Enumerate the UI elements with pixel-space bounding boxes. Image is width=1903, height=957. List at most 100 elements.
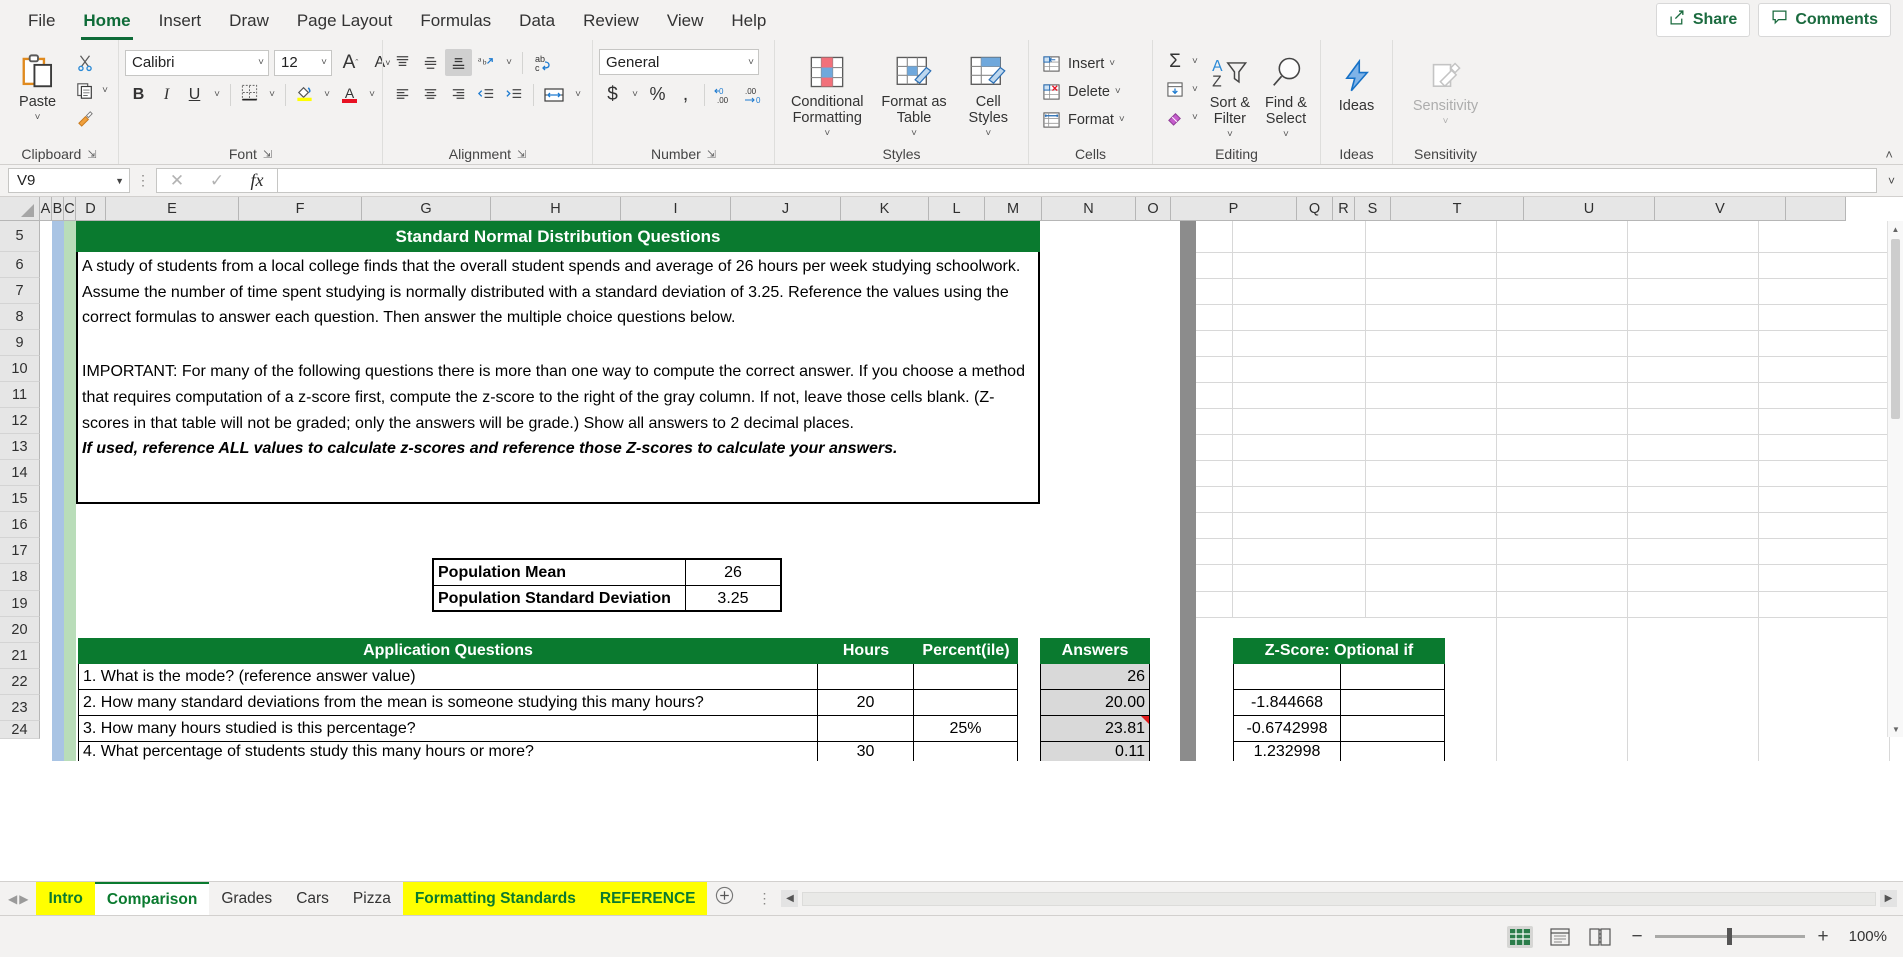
font-name-combo[interactable]: Calibri ˅ [125, 49, 269, 76]
chevron-down-icon[interactable]: ˅ [1115, 86, 1121, 97]
merge-center-dropdown[interactable]: ˅ [570, 81, 586, 108]
paste-button[interactable]: Paste ˅ [6, 47, 69, 123]
column-header-F[interactable]: F [239, 197, 362, 221]
row-header-22[interactable]: 22 [0, 669, 40, 695]
intro-text-block[interactable]: A study of students from a local college… [76, 252, 1040, 504]
expand-formula-bar-icon[interactable]: ˅ [1888, 174, 1895, 188]
ribbon-tab-insert[interactable]: Insert [145, 2, 216, 40]
question-3-answer[interactable]: 23.81 [1040, 716, 1150, 742]
question-2-text[interactable]: 2. How many standard deviations from the… [78, 690, 818, 716]
chevron-down-icon[interactable]: ˅ [1227, 129, 1233, 140]
name-box[interactable]: V9 ▼ [8, 168, 130, 193]
accounting-format-button[interactable]: $ [599, 81, 626, 108]
horizontal-scrollbar[interactable]: ◀ ▶ [781, 890, 1897, 907]
question-1-hours[interactable] [818, 664, 914, 690]
question-2-percentile[interactable] [914, 690, 1018, 716]
table-row[interactable]: Population Standard Deviation 3.25 [434, 586, 780, 610]
share-button[interactable]: Share [1655, 3, 1751, 37]
row-header-19[interactable]: 19 [0, 591, 40, 617]
borders-dropdown[interactable]: ˅ [264, 81, 280, 108]
question-4-hours[interactable]: 30 [818, 742, 914, 761]
ribbon-tab-file[interactable]: File [14, 2, 69, 40]
insert-function-button[interactable]: fx [237, 169, 277, 192]
confirm-entry-button[interactable]: ✓ [197, 169, 237, 192]
row-header-10[interactable]: 10 [0, 356, 40, 382]
ribbon-tab-review[interactable]: Review [569, 2, 653, 40]
align-center-button[interactable] [417, 81, 444, 108]
row-header-7[interactable]: 7 [0, 278, 40, 304]
sheet-tab-formatting-standards[interactable]: Formatting Standards [402, 881, 588, 916]
questions-table-header-hours[interactable]: Hours [818, 638, 914, 664]
collapse-ribbon-button[interactable]: ˄ [1885, 40, 1903, 164]
comments-button[interactable]: Comments [1758, 3, 1891, 37]
sheet-tab-pizza[interactable]: Pizza [341, 882, 403, 916]
underline-dropdown[interactable]: ˅ [209, 81, 225, 108]
align-middle-button[interactable] [417, 49, 444, 76]
column-header-E[interactable]: E [106, 197, 239, 221]
font-size-combo[interactable]: 12 ˅ [274, 49, 332, 76]
autosum-button[interactable]: Σ ˅ [1159, 48, 1202, 75]
column-header-S[interactable]: S [1355, 197, 1391, 221]
row-header-11[interactable]: 11 [0, 382, 40, 408]
align-top-button[interactable] [389, 49, 416, 76]
zscore-value-2[interactable]: -1.844668 [1233, 690, 1341, 716]
row-header-13[interactable]: 13 [0, 434, 40, 460]
question-3-text[interactable]: 3. How many hours studied is this percen… [78, 716, 818, 742]
ribbon-tab-data[interactable]: Data [505, 2, 569, 40]
italic-button[interactable]: I [153, 81, 180, 108]
question-1-percentile[interactable] [914, 664, 1018, 690]
cancel-entry-button[interactable]: ✕ [157, 169, 197, 192]
align-bottom-button[interactable] [445, 49, 472, 76]
row-header-24[interactable]: 24 [0, 721, 40, 739]
fill-button[interactable]: ˅ [1159, 76, 1202, 103]
question-2-hours[interactable]: 20 [818, 690, 914, 716]
chevron-down-icon[interactable]: ˅ [985, 128, 991, 139]
delete-cells-button[interactable]: Delete ˅ [1035, 78, 1129, 105]
column-header-J[interactable]: J [731, 197, 841, 221]
zscore-value-4[interactable]: 1.232998 [1233, 742, 1341, 761]
column-header-P[interactable]: P [1171, 197, 1297, 221]
chevron-down-icon[interactable]: ˅ [1192, 84, 1198, 95]
question-4-percentile[interactable] [914, 742, 1018, 761]
insert-cells-button[interactable]: Insert ˅ [1035, 50, 1129, 77]
increase-font-size-button[interactable]: Aˆ [337, 49, 364, 76]
zoom-level-label[interactable]: 100% [1841, 928, 1887, 945]
chevron-down-icon[interactable]: ˅ [1109, 58, 1115, 69]
chevron-down-icon[interactable]: ˅ [35, 112, 41, 123]
question-4-answer[interactable]: 0.11 [1040, 742, 1150, 761]
number-dialog-launcher-icon[interactable]: ⇲ [707, 148, 716, 161]
font-dialog-launcher-icon[interactable]: ⇲ [263, 148, 272, 161]
sheet-nav-last-icon[interactable]: ▶ [19, 892, 28, 906]
orientation-dropdown[interactable]: ˅ [501, 49, 517, 76]
row-header-14[interactable]: 14 [0, 460, 40, 486]
vertical-scroll-thumb[interactable] [1891, 239, 1900, 419]
sort-filter-button[interactable]: AZ Sort & Filter ˅ [1202, 48, 1258, 140]
zscore-value-3[interactable]: -0.6742998 [1233, 716, 1341, 742]
cell-styles-button[interactable]: Cell Styles ˅ [955, 47, 1022, 139]
underline-button[interactable]: U [181, 81, 208, 108]
copy-button[interactable]: ˅ [69, 77, 112, 104]
title-banner[interactable]: Standard Normal Distribution Questions [76, 221, 1040, 252]
column-header-L[interactable]: L [929, 197, 985, 221]
column-header-R[interactable]: R [1333, 197, 1355, 221]
column-header-A[interactable]: A [40, 197, 52, 221]
format-as-table-button[interactable]: Format as Table ˅ [875, 47, 952, 139]
comma-format-button[interactable]: , [672, 81, 699, 108]
scroll-up-arrow-icon[interactable]: ▲ [1888, 221, 1903, 237]
column-header-D[interactable]: D [76, 197, 106, 221]
ribbon-tab-help[interactable]: Help [717, 2, 780, 40]
ribbon-tab-formulas[interactable]: Formulas [406, 2, 505, 40]
ribbon-tab-draw[interactable]: Draw [215, 2, 283, 40]
hscroll-right-arrow-icon[interactable]: ▶ [1880, 890, 1897, 907]
sheet-tab-intro[interactable]: Intro [36, 881, 95, 916]
sensitivity-button[interactable]: Sensitivity ˅ [1400, 51, 1492, 127]
zoom-in-button[interactable]: + [1815, 926, 1831, 948]
row-header-17[interactable]: 17 [0, 538, 40, 564]
sheet-bar-grip[interactable]: ⋮ [757, 890, 771, 907]
questions-table-header-percentile[interactable]: Percent(ile) [914, 638, 1018, 664]
row-header-23[interactable]: 23 [0, 695, 40, 721]
borders-button[interactable] [236, 81, 263, 108]
bold-button[interactable]: B [125, 81, 152, 108]
row-header-8[interactable]: 8 [0, 304, 40, 330]
zoom-slider-thumb[interactable] [1727, 928, 1732, 945]
